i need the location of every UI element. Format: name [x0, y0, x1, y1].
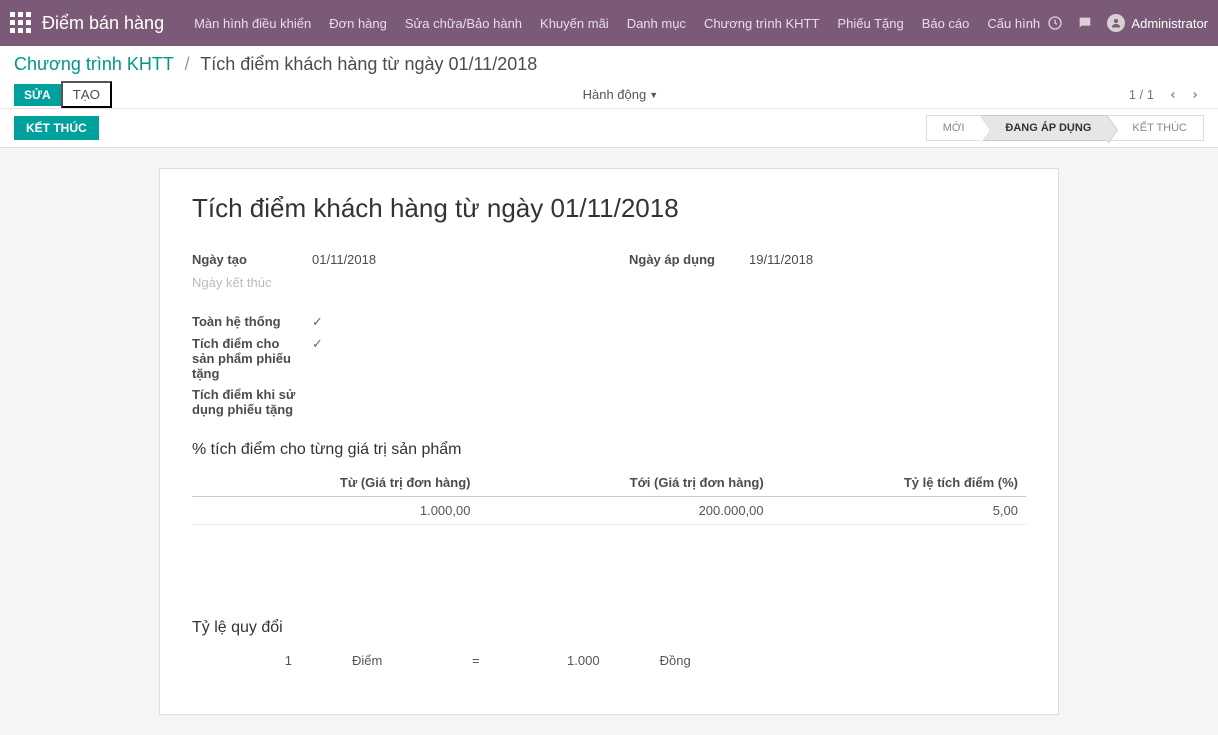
conversion-eq: =	[472, 653, 480, 668]
pager-text: 1 / 1	[1129, 87, 1154, 102]
pager-prev-button[interactable]	[1164, 86, 1182, 104]
label-system-wide: Toàn hệ thống	[192, 314, 312, 329]
caret-down-icon: ▼	[649, 90, 658, 100]
clock-icon[interactable]	[1047, 15, 1063, 31]
conversion-left-value: 1	[232, 653, 292, 668]
label-apply-date: Ngày áp dụng	[629, 252, 749, 267]
status-step-finished[interactable]: KẾT THÚC	[1108, 115, 1204, 141]
apps-icon[interactable]	[10, 12, 32, 34]
conversion-right-value: 1.000	[540, 653, 600, 668]
label-earn-when-gift: Tích điểm khi sử dụng phiếu tặng	[192, 387, 312, 417]
menu-gift-voucher[interactable]: Phiếu Tặng	[837, 16, 903, 31]
edit-button[interactable]: SỬA	[14, 84, 61, 106]
action-dropdown[interactable]: Hành động ▼	[583, 87, 659, 102]
pager-next-button[interactable]	[1186, 86, 1204, 104]
section-conversion-title: Tỷ lệ quy đổi	[192, 619, 1026, 637]
status-step-new[interactable]: MỚI	[926, 115, 982, 141]
record-title: Tích điểm khách hàng từ ngày 01/11/2018	[192, 193, 1026, 224]
check-earn-gift: ✓	[312, 336, 323, 352]
breadcrumb-parent[interactable]: Chương trình KHTT	[14, 54, 174, 74]
section-percent-title: % tích điểm cho từng giá trị sản phẩm	[192, 441, 1026, 459]
main-menu: Màn hình điều khiển Đơn hàng Sửa chữa/Bả…	[194, 16, 1040, 31]
status-bar: MỚI ĐANG ÁP DỤNG KẾT THÚC	[926, 115, 1204, 141]
cell-from: 1.000,00	[192, 497, 478, 525]
menu-promotion[interactable]: Khuyến mãi	[540, 16, 609, 31]
menu-dashboard[interactable]: Màn hình điều khiển	[194, 16, 311, 31]
breadcrumb-current: Tích điểm khách hàng từ ngày 01/11/2018	[200, 54, 537, 74]
col-from: Từ (Giá trị đơn hàng)	[192, 469, 478, 497]
cell-to: 200.000,00	[478, 497, 771, 525]
conversion-left-label: Điểm	[352, 653, 412, 668]
menu-report[interactable]: Báo cáo	[922, 16, 970, 31]
finish-button[interactable]: KẾT THÚC	[14, 116, 99, 140]
col-rate: Tỷ lệ tích điểm (%)	[772, 469, 1026, 497]
chat-icon[interactable]	[1077, 15, 1093, 31]
user-menu[interactable]: Administrator	[1107, 14, 1208, 32]
menu-loyalty-program[interactable]: Chương trình KHTT	[704, 16, 819, 31]
form-sheet: Tích điểm khách hàng từ ngày 01/11/2018 …	[159, 168, 1059, 715]
table-row[interactable]: 1.000,00 200.000,00 5,00	[192, 497, 1026, 525]
conversion-right-label: Đồng	[660, 653, 720, 668]
avatar-icon	[1107, 14, 1125, 32]
menu-orders[interactable]: Đơn hàng	[329, 16, 387, 31]
create-button[interactable]: TẠO	[61, 81, 112, 108]
menu-repair[interactable]: Sửa chữa/Bảo hành	[405, 16, 522, 31]
percent-table: Từ (Giá trị đơn hàng) Tới (Giá trị đơn h…	[192, 469, 1026, 525]
value-create-date: 01/11/2018	[312, 252, 376, 267]
conversion-row: 1 Điểm = 1.000 Đồng	[192, 647, 1026, 674]
label-end-date: Ngày kết thúc	[192, 275, 312, 290]
menu-catalog[interactable]: Danh mục	[627, 16, 686, 31]
col-to: Tới (Giá trị đơn hàng)	[478, 469, 771, 497]
cell-rate: 5,00	[772, 497, 1026, 525]
user-name: Administrator	[1131, 16, 1208, 31]
label-create-date: Ngày tạo	[192, 252, 312, 267]
status-step-applying[interactable]: ĐANG ÁP DỤNG	[981, 115, 1108, 141]
menu-config[interactable]: Cấu hình	[987, 16, 1040, 31]
label-earn-gift: Tích điểm cho sản phẩm phiếu tặng	[192, 336, 312, 381]
check-system-wide: ✓	[312, 314, 323, 330]
value-apply-date: 19/11/2018	[749, 252, 813, 267]
app-brand: Điểm bán hàng	[42, 13, 164, 34]
breadcrumb: Chương trình KHTT / Tích điểm khách hàng…	[14, 54, 537, 75]
